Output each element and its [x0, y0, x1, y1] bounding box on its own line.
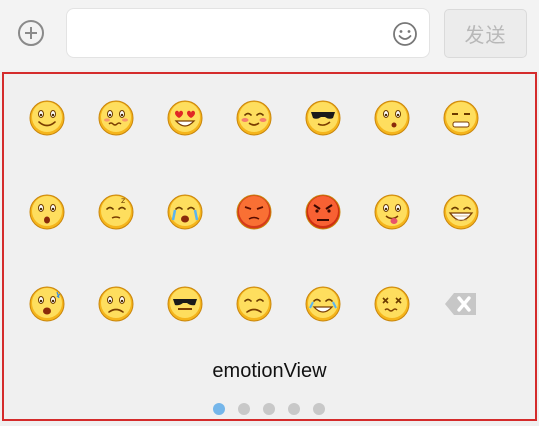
emotion-view-caption: emotionView — [212, 360, 327, 382]
sunglasses-emoji-icon[interactable] — [303, 98, 343, 138]
emotion-view-panel: z emotionView — [2, 72, 537, 421]
page-dot-5[interactable] — [313, 403, 325, 415]
crying-emoji-icon[interactable] — [165, 192, 205, 232]
shy-wavy-emoji-icon[interactable] — [96, 98, 136, 138]
laughing-tears-emoji-icon[interactable] — [303, 284, 343, 324]
furious-emoji-icon[interactable] — [303, 192, 343, 232]
page-dot-1[interactable] — [213, 403, 225, 415]
send-button[interactable]: 发送 — [444, 9, 527, 58]
grimace-emoji-icon[interactable] — [441, 98, 481, 138]
tongue-emoji-icon[interactable] — [372, 192, 412, 232]
sleepy-emoji-icon[interactable]: z — [96, 192, 136, 232]
page-dot-3[interactable] — [263, 403, 275, 415]
page-dot-2[interactable] — [238, 403, 250, 415]
dizzy-emoji-icon[interactable] — [372, 284, 412, 324]
whistle-emoji-icon[interactable] — [372, 98, 412, 138]
svg-text:z: z — [121, 196, 125, 205]
big-grin-emoji-icon[interactable] — [441, 192, 481, 232]
blush-laugh-emoji-icon[interactable] — [234, 98, 274, 138]
heart-eyes-emoji-icon[interactable] — [165, 98, 205, 138]
scared-emoji-icon[interactable] — [27, 284, 67, 324]
backspace-icon[interactable] — [441, 284, 481, 324]
message-input[interactable] — [66, 8, 430, 58]
relieved-emoji-icon[interactable] — [234, 284, 274, 324]
sad-emoji-icon[interactable] — [96, 284, 136, 324]
smiley-outline-icon[interactable] — [392, 21, 418, 47]
cool-mask-emoji-icon[interactable] — [165, 284, 205, 324]
plus-circle-icon[interactable] — [18, 20, 44, 46]
input-toolbar: 发送 — [0, 0, 539, 70]
page-dot-4[interactable] — [288, 403, 300, 415]
angry-red-emoji-icon[interactable] — [234, 192, 274, 232]
page-indicator — [213, 403, 325, 415]
smile-emoji-icon[interactable] — [27, 98, 67, 138]
surprised-emoji-icon[interactable] — [27, 192, 67, 232]
